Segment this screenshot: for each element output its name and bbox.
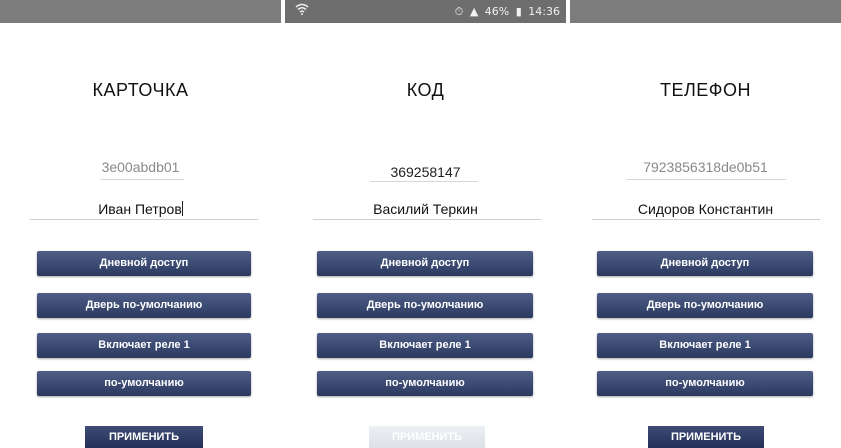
code-field[interactable]: 369258147: [285, 164, 566, 180]
panel-title: КАРТОЧКА: [92, 80, 189, 100]
name-value: Иван Петров: [98, 201, 182, 217]
access-time-button[interactable]: Дневной доступ: [37, 251, 251, 276]
access-time-button[interactable]: Дневной доступ: [597, 251, 813, 276]
code-underline: [100, 179, 184, 180]
signal-icon: ▲: [469, 5, 479, 18]
access-time-button[interactable]: Дневной доступ: [317, 251, 533, 276]
status-bar-right: [570, 0, 841, 23]
status-bar-left: [0, 0, 281, 23]
status-info: ⏱ ▲ 46% ▮ 14:36: [452, 0, 560, 23]
name-field[interactable]: Иван Петров: [0, 201, 281, 217]
mode-button[interactable]: по-умолчанию: [37, 371, 251, 396]
code-field[interactable]: 3e00abdb01: [0, 159, 281, 175]
name-field[interactable]: Сидоров Константин: [570, 201, 841, 217]
name-underline: [592, 219, 820, 220]
text-cursor: [181, 201, 183, 216]
apply-button[interactable]: ПРИМЕНИТЬ: [85, 426, 203, 448]
relay-button[interactable]: Включает реле 1: [317, 333, 533, 358]
panel-title: ТЕЛЕФОН: [659, 80, 751, 100]
door-button[interactable]: Дверь по-умолчанию: [317, 293, 533, 318]
panel-code: КОД 369258147 Василий Теркин Дневной дос…: [285, 23, 566, 448]
panel-phone: ТЕЛЕФОН 7923856318de0b51 Сидоров Констан…: [570, 23, 841, 448]
battery-percent: 46%: [484, 5, 510, 18]
code-field[interactable]: 7923856318de0b51: [570, 159, 841, 175]
relay-button[interactable]: Включает реле 1: [37, 333, 251, 358]
name-field[interactable]: Василий Теркин: [285, 201, 566, 217]
alarm-icon: ⏱: [454, 5, 464, 18]
mode-button[interactable]: по-умолчанию: [317, 371, 533, 396]
name-underline: [30, 219, 258, 220]
name-underline: [313, 219, 541, 220]
door-button[interactable]: Дверь по-умолчанию: [37, 293, 251, 318]
code-underline: [370, 181, 478, 182]
mode-button[interactable]: по-умолчанию: [597, 371, 813, 396]
apply-button[interactable]: ПРИМЕНИТЬ: [369, 426, 485, 448]
door-button[interactable]: Дверь по-умолчанию: [597, 293, 813, 318]
battery-icon: ▮: [515, 5, 522, 18]
relay-button[interactable]: Включает реле 1: [597, 333, 813, 358]
status-time: 14:36: [528, 5, 560, 18]
panel-title: КОД: [406, 80, 445, 100]
apply-button[interactable]: ПРИМЕНИТЬ: [648, 426, 764, 448]
wifi-icon: [295, 3, 311, 19]
code-underline: [626, 179, 786, 180]
panel-card: КАРТОЧКА 3e00abdb01 Иван Петров Дневной …: [0, 23, 281, 448]
status-bar: ⏱ ▲ 46% ▮ 14:36: [285, 0, 566, 23]
